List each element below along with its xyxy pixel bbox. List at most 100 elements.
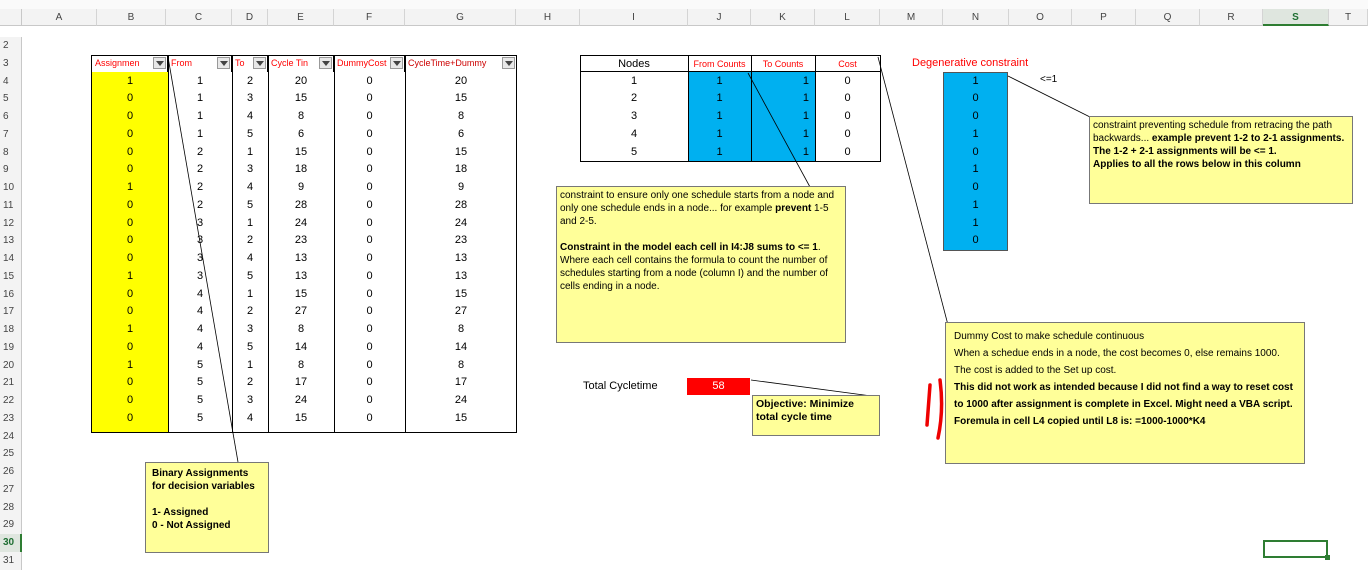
nodes-cell[interactable]: 1 [580,73,688,91]
assignment-cell[interactable]: 2 [168,144,232,162]
assignment-cell[interactable]: 2 [232,303,268,321]
assignment-cell[interactable]: 3 [168,215,232,233]
assignment-cell[interactable]: 2 [232,232,268,250]
nodes-cell[interactable]: 0 [815,108,880,126]
assignment-cell[interactable]: 4 [232,108,268,126]
assignment-cell[interactable]: 6 [268,126,334,144]
nodes-cell[interactable]: 1 [751,90,815,108]
assignment-cell[interactable]: 1 [168,73,232,91]
assignment-cell[interactable]: 0 [92,410,168,428]
assignment-cell[interactable]: 24 [268,392,334,410]
row-header-18[interactable]: 18 [0,321,22,339]
assignment-header-0[interactable]: Assignmen [92,55,168,72]
column-header-E[interactable]: E [268,9,334,26]
assignment-cell[interactable]: 0 [334,161,405,179]
assignment-cell[interactable]: 9 [405,179,517,197]
assignment-cell[interactable]: 0 [334,144,405,162]
nodes-cell[interactable]: 0 [815,126,880,144]
assignment-cell[interactable]: 0 [92,90,168,108]
degenerative-cell[interactable]: 0 [943,144,1008,162]
assignment-cell[interactable]: 0 [92,108,168,126]
nodes-cell[interactable]: 4 [580,126,688,144]
column-header-I[interactable]: I [580,9,688,26]
column-header-S[interactable]: S [1263,9,1329,26]
nodes-cell[interactable]: 0 [815,90,880,108]
assignment-cell[interactable]: 0 [334,392,405,410]
assignment-cell[interactable]: 0 [334,374,405,392]
assignment-cell[interactable]: 24 [405,215,517,233]
assignment-cell[interactable]: 1 [232,357,268,375]
assignment-cell[interactable]: 3 [232,161,268,179]
assignment-cell[interactable]: 5 [168,392,232,410]
assignment-cell[interactable]: 3 [232,321,268,339]
assignment-cell[interactable]: 15 [268,90,334,108]
assignment-cell[interactable]: 0 [92,250,168,268]
assignment-cell[interactable]: 2 [168,197,232,215]
assignment-cell[interactable]: 17 [268,374,334,392]
assignment-cell[interactable]: 0 [92,215,168,233]
assignment-cell[interactable]: 3 [232,392,268,410]
assignment-header-4[interactable]: DummyCost [334,55,405,72]
assignment-cell[interactable]: 27 [405,303,517,321]
assignment-cell[interactable]: 5 [168,374,232,392]
row-header-22[interactable]: 22 [0,392,22,410]
row-header-7[interactable]: 7 [0,125,22,144]
column-header-J[interactable]: J [688,9,751,26]
assignment-cell[interactable]: 0 [334,286,405,304]
assignment-cell[interactable]: 0 [92,126,168,144]
row-header-15[interactable]: 15 [0,267,22,286]
assignment-cell[interactable]: 0 [334,321,405,339]
select-all-corner[interactable] [0,9,22,26]
column-header-L[interactable]: L [815,9,880,26]
assignment-cell[interactable]: 8 [405,321,517,339]
row-header-25[interactable]: 25 [0,445,22,463]
assignment-cell[interactable]: 15 [268,286,334,304]
assignment-cell[interactable]: 15 [405,90,517,108]
filter-dropdown-icon[interactable] [217,57,230,69]
column-header-A[interactable]: A [22,9,97,26]
column-header-F[interactable]: F [334,9,405,26]
assignment-cell[interactable]: 9 [268,179,334,197]
assignment-cell[interactable]: 0 [334,179,405,197]
assignment-cell[interactable]: 5 [232,197,268,215]
assignment-cell[interactable]: 1 [168,108,232,126]
assignment-header-1[interactable]: From [168,55,232,72]
column-header-G[interactable]: G [405,9,516,26]
assignment-cell[interactable]: 20 [405,73,517,91]
assignment-cell[interactable]: 1 [92,321,168,339]
nodes-cell[interactable]: 3 [580,108,688,126]
column-header-Q[interactable]: Q [1136,9,1200,26]
assignment-cell[interactable]: 0 [92,197,168,215]
row-header-3[interactable]: 3 [0,54,22,73]
row-header-12[interactable]: 12 [0,214,22,233]
degenerative-cell[interactable]: 1 [943,73,1008,91]
row-header-24[interactable]: 24 [0,427,22,446]
row-header-9[interactable]: 9 [0,161,22,179]
assignment-cell[interactable]: 28 [405,197,517,215]
degenerative-cell[interactable]: 0 [943,90,1008,108]
nodes-cell[interactable]: 1 [688,126,751,144]
assignment-cell[interactable]: 0 [334,357,405,375]
nodes-cell[interactable]: 1 [751,108,815,126]
row-header-30[interactable]: 30 [0,534,22,552]
assignment-cell[interactable]: 0 [92,392,168,410]
assignment-cell[interactable]: 1 [232,286,268,304]
column-header-T[interactable]: T [1329,9,1368,26]
assignment-cell[interactable]: 0 [92,286,168,304]
column-header-R[interactable]: R [1200,9,1263,26]
row-header-19[interactable]: 19 [0,338,22,357]
assignment-cell[interactable]: 13 [268,250,334,268]
assignment-cell[interactable]: 4 [168,303,232,321]
assignment-cell[interactable]: 2 [168,179,232,197]
assignment-cell[interactable]: 13 [405,250,517,268]
nodes-cell[interactable]: 0 [815,144,880,162]
assignment-cell[interactable]: 1 [232,215,268,233]
assignment-cell[interactable]: 1 [92,357,168,375]
assignment-cell[interactable]: 1 [168,90,232,108]
assignment-cell[interactable]: 0 [334,339,405,357]
row-header-4[interactable]: 4 [0,72,22,91]
filter-dropdown-icon[interactable] [502,57,515,69]
column-header-K[interactable]: K [751,9,815,26]
assignment-cell[interactable]: 23 [268,232,334,250]
column-header-H[interactable]: H [516,9,580,26]
